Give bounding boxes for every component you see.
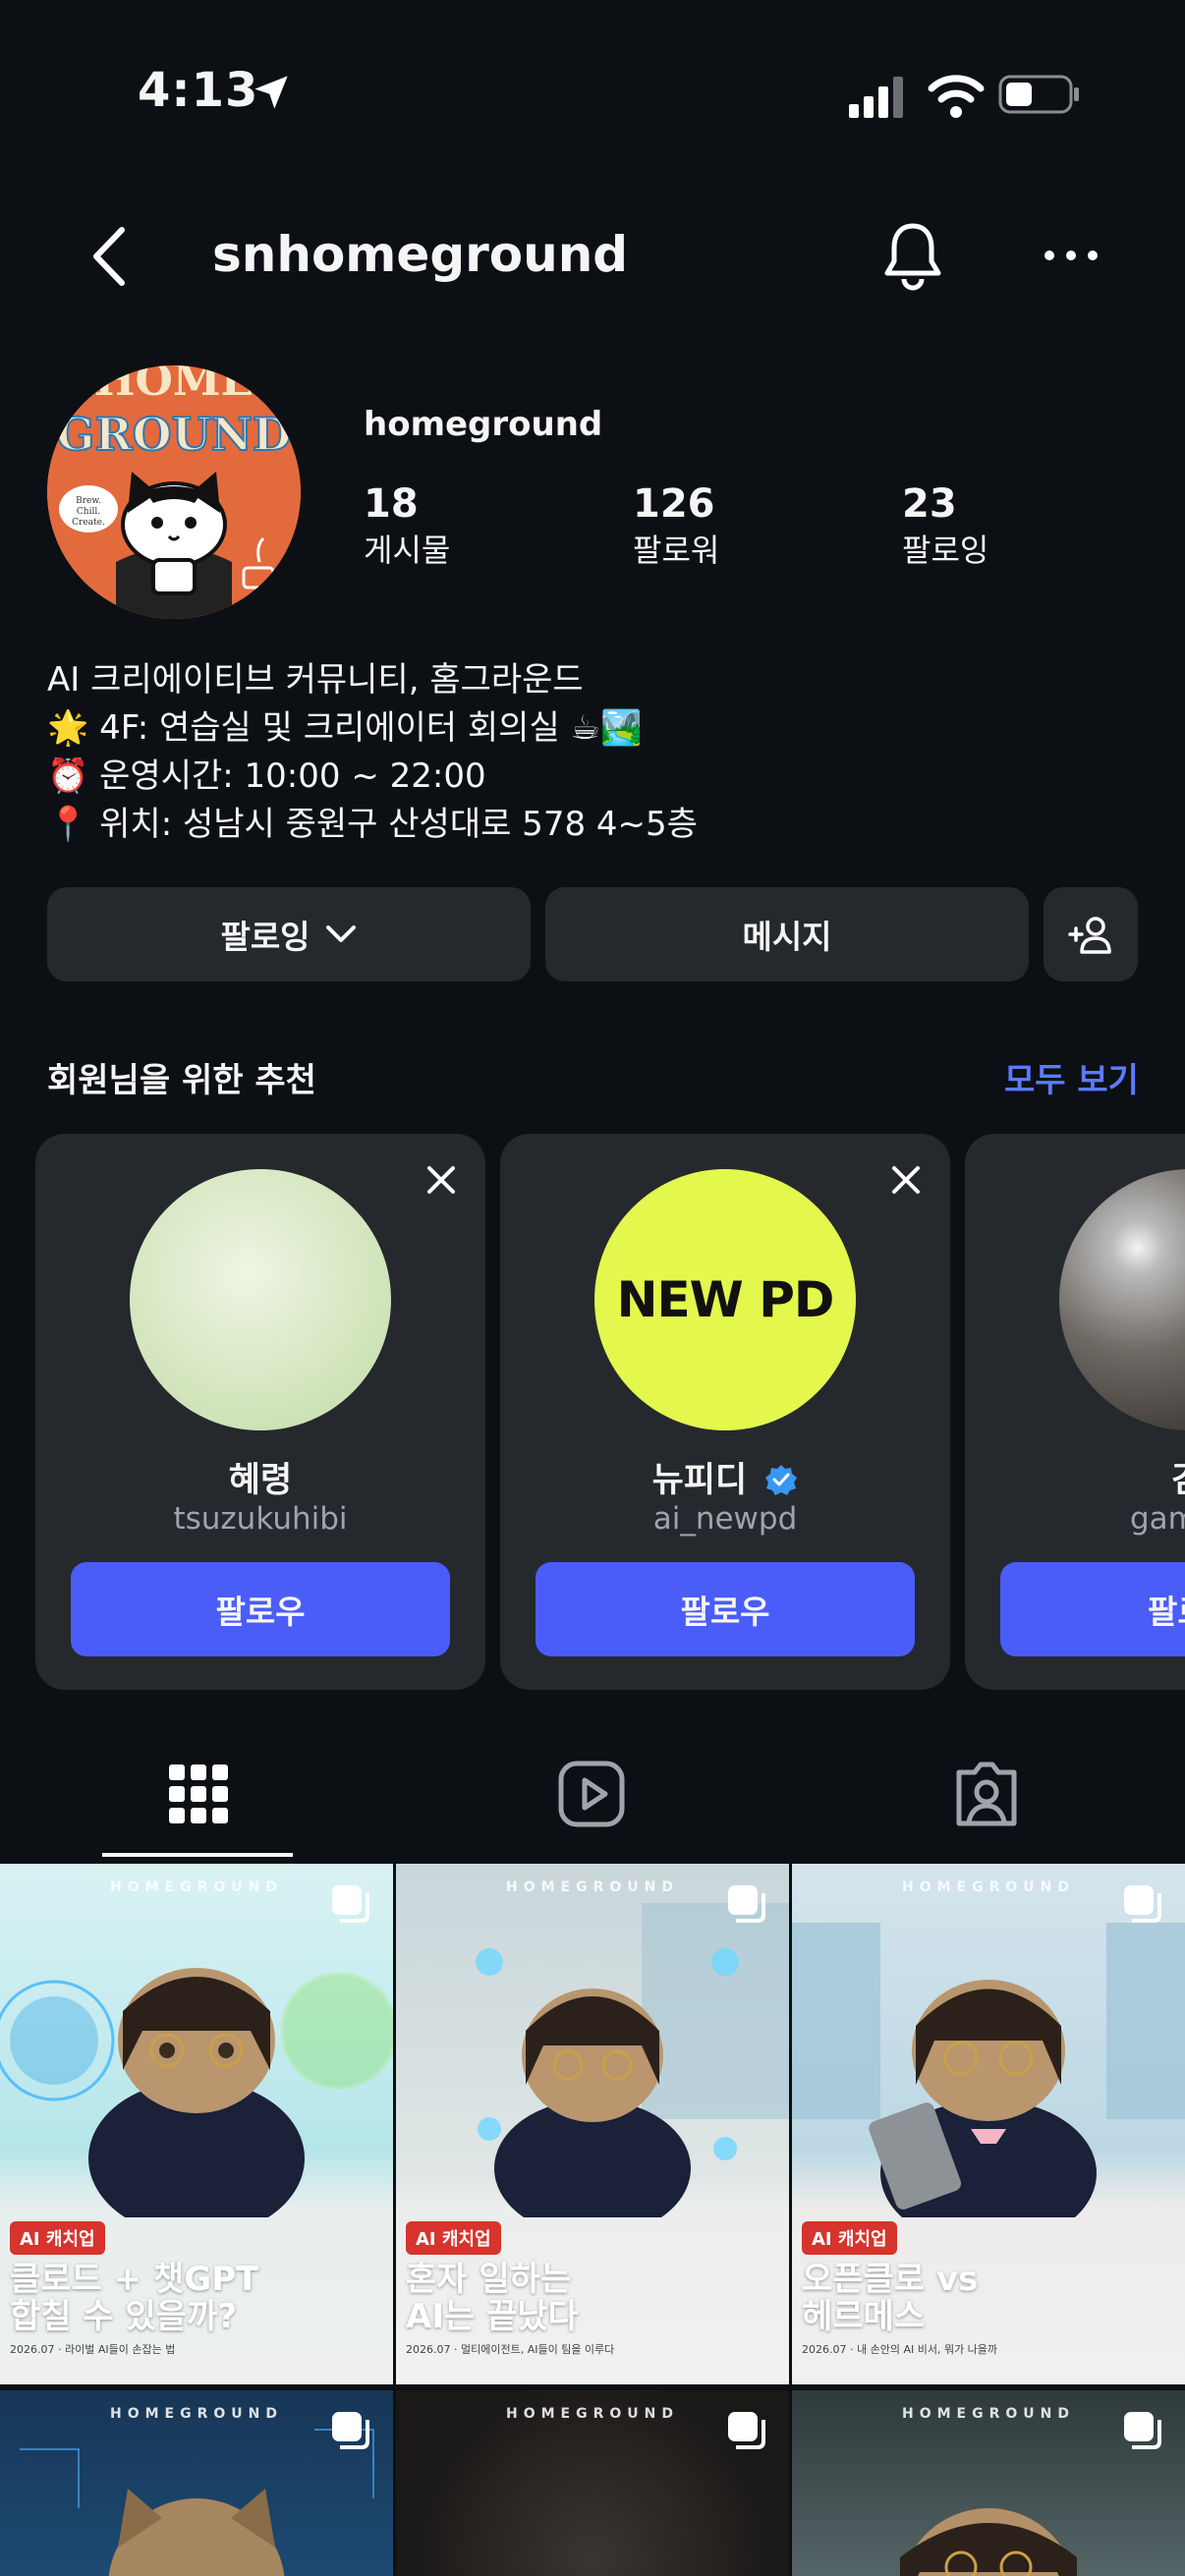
profile-bio: AI 크리에이티브 커뮤니티, 홈그라운드 🌟 4F: 연습실 및 크리에이터 … [47, 656, 1138, 849]
grid-tab-icon[interactable] [163, 1759, 234, 1829]
new-pd-logo-text: NEW PD [616, 1271, 835, 1328]
suggestion-card[interactable]: 김 gam 팔로 [965, 1134, 1185, 1690]
suggestion-handle: gam [1130, 1501, 1185, 1537]
dismiss-icon[interactable] [426, 1165, 456, 1195]
bio-line: AI 크리에이티브 커뮤니티, 홈그라운드 [47, 660, 584, 700]
stat-posts-label: 게시물 [364, 532, 451, 569]
carousel-icon [728, 1885, 765, 1923]
suggestion-handle: tsuzukuhibi [173, 1501, 348, 1537]
suggestion-name: 혜령 [228, 1461, 293, 1500]
follow-button[interactable]: 팔로우 [536, 1562, 915, 1656]
stat-posts-value: 18 [364, 481, 419, 527]
post-headline: 클로드 + 챗GPT 합칠 수 있을까? [10, 2260, 259, 2336]
stat-followers-value: 126 [633, 481, 715, 527]
post-tile[interactable]: HOMEGROUND [0, 2390, 393, 2576]
bio-line: 🌟 4F: 연습실 및 크리에이터 회의실 ☕🏞️ [47, 708, 643, 748]
cellular-signal-icon [849, 77, 903, 118]
following-button-label: 팔로잉 [220, 918, 310, 956]
follow-button[interactable]: 팔로 [1000, 1562, 1185, 1656]
wifi-icon [928, 75, 985, 118]
profile-display-name: homeground [364, 405, 603, 444]
post-headline: 혼자 일하는 AI는 끝났다 [406, 2260, 579, 2336]
suggestions-title: 회원님을 위한 추천 [47, 1061, 316, 1100]
header-username: snhomeground [212, 226, 629, 283]
status-time: 4:13 [138, 63, 259, 118]
chevron-down-icon [325, 925, 356, 942]
see-all-link[interactable]: 모두 보기 [1004, 1053, 1139, 1101]
avatar-ground-text: GROUND [56, 408, 292, 461]
carousel-icon [332, 2412, 369, 2449]
tagged-tab-icon[interactable] [951, 1759, 1022, 1829]
dismiss-icon[interactable] [891, 1165, 921, 1195]
post-tile[interactable]: HOMEGROUND AI 캐치업 혼자 일하는 AI는 끝났다 2026.07… [396, 1864, 789, 2384]
post-tile[interactable]: HOMEGROUND AI 캐치업 클로드 + 챗GPT 합칠 수 있을까? 2… [0, 1864, 393, 2384]
suggestion-name: 뉴피디 [500, 1452, 950, 1502]
svg-text:Create.: Create. [72, 518, 105, 528]
svg-text:Chill.: Chill. [77, 507, 100, 517]
notification-bell-icon[interactable] [880, 220, 945, 291]
avatar-home-text: HOME [94, 365, 254, 406]
verified-badge-icon [765, 1465, 798, 1495]
post-subtitle: 2026.07 · 라이벌 AI들이 손잡는 법 [10, 2343, 176, 2356]
bio-line: ⏰ 운영시간: 10:00 ~ 22:00 [47, 756, 486, 796]
post-tile[interactable]: HOMEGROUND [792, 2390, 1185, 2576]
suggestion-avatar[interactable] [130, 1169, 391, 1430]
post-badge: AI 캐치업 [406, 2221, 501, 2255]
carousel-icon [1124, 1885, 1161, 1923]
back-icon[interactable] [85, 222, 134, 291]
suggestion-card[interactable]: NEW PD 뉴피디 ai_newpd 팔로우 [500, 1134, 950, 1690]
suggestion-avatar[interactable]: NEW PD [594, 1169, 856, 1430]
active-tab-indicator [102, 1853, 293, 1857]
bio-line: 📍 위치: 성남시 중원구 산성대로 578 4~5층 [47, 805, 698, 844]
post-badge: AI 캐치업 [10, 2221, 105, 2255]
suggestion-card[interactable]: 혜령 tsuzukuhibi 팔로우 [35, 1134, 485, 1690]
suggestion-avatar[interactable] [1059, 1169, 1185, 1430]
suggestion-handle: ai_newpd [652, 1501, 798, 1537]
post-headline: 오픈클로 vs 헤르메스 [802, 2260, 979, 2336]
carousel-icon [728, 2412, 765, 2449]
post-tile[interactable]: HOMEGROUND AI 캐치업 오픈클로 vs 헤르메스 2026.07 ·… [792, 1864, 1185, 2384]
carousel-icon [332, 1885, 369, 1923]
post-tile[interactable]: HOMEGROUND [396, 2390, 789, 2576]
post-badge: AI 캐치업 [802, 2221, 897, 2255]
stat-following[interactable]: 23 팔로잉 [902, 479, 1099, 572]
add-person-icon [1068, 917, 1111, 954]
stat-posts[interactable]: 18 게시물 [364, 479, 560, 572]
stat-following-value: 23 [902, 481, 957, 527]
suggestion-name-text: 뉴피디 [651, 1461, 748, 1500]
follow-button[interactable]: 팔로우 [71, 1562, 450, 1656]
carousel-icon [1124, 2412, 1161, 2449]
message-button[interactable]: 메시지 [545, 887, 1029, 981]
profile-avatar[interactable]: HOME GROUND Brew. Chill. Create. [47, 365, 301, 619]
post-subtitle: 2026.07 · 내 손안의 AI 비서, 뭐가 나을까 [802, 2343, 998, 2356]
location-arrow-icon [254, 76, 288, 109]
battery-icon [998, 75, 1079, 114]
following-button[interactable]: 팔로잉 [47, 887, 531, 981]
reels-tab-icon[interactable] [556, 1759, 627, 1829]
more-options-icon[interactable] [1042, 246, 1100, 265]
stat-following-label: 팔로잉 [902, 532, 989, 569]
message-button-label: 메시지 [742, 918, 832, 956]
stat-followers[interactable]: 126 팔로워 [633, 479, 829, 572]
svg-text:Brew.: Brew. [76, 496, 101, 506]
suggestion-name: 김 [1171, 1452, 1185, 1502]
stat-followers-label: 팔로워 [633, 532, 720, 569]
add-user-button[interactable] [1044, 887, 1138, 981]
post-subtitle: 2026.07 · 멀티에이전트, AI들이 팀을 이루다 [406, 2343, 615, 2356]
